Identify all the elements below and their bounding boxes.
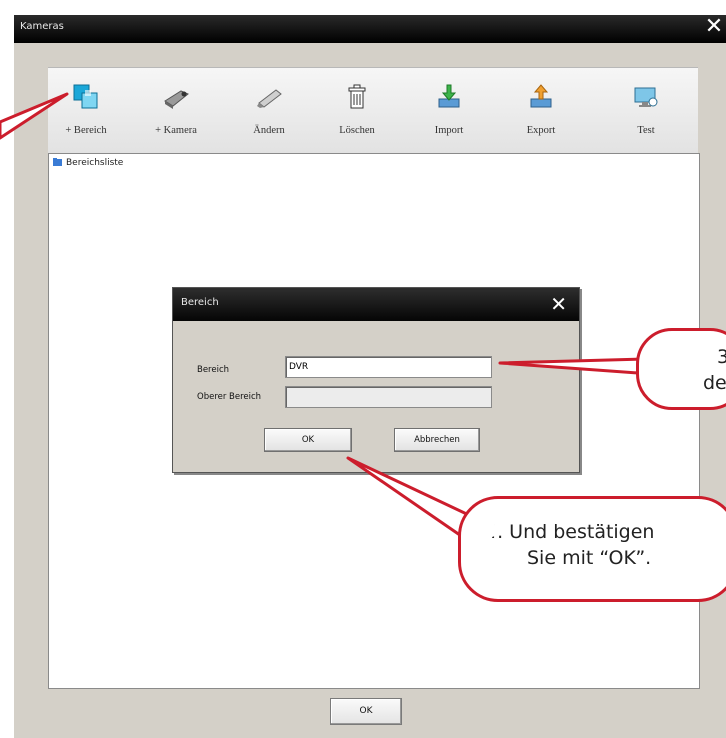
callout-step-3: 3. den bbox=[636, 328, 726, 410]
callout-step-3-line2: den bbox=[703, 372, 726, 394]
callout-step-4-line2: Sie mit “OK”. bbox=[527, 547, 652, 569]
annotation-arrows bbox=[0, 92, 682, 544]
arrow-to-add-area bbox=[0, 92, 69, 140]
callout-step-4: 4. Und bestätigen Sie mit “OK”. bbox=[458, 496, 726, 602]
callout-step-3-line1: 3. bbox=[717, 346, 726, 368]
callout-step-4-line1: 4. Und bestätigen bbox=[485, 521, 655, 543]
